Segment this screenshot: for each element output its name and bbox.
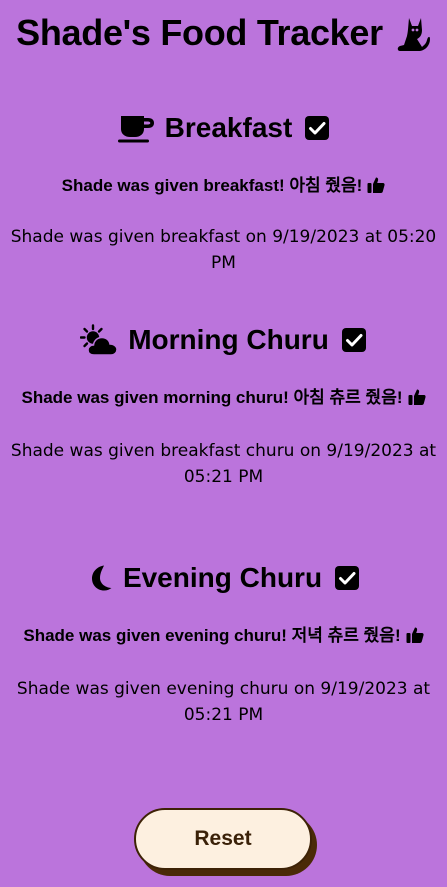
evening-churu-timestamp: Shade was given evening churu on 9/19/20… (16, 679, 431, 725)
checkbox-checked-icon[interactable] (341, 327, 367, 353)
morning-churu-heading: Morning Churu (128, 324, 329, 355)
evening-churu-heading: Evening Churu (122, 562, 323, 593)
thumbs-up-icon (367, 176, 385, 202)
coffee-cup-icon (117, 113, 155, 143)
page-title: Shade's Food Tracker (16, 12, 383, 53)
thumbs-up-icon (408, 388, 426, 414)
cat-icon (391, 14, 431, 52)
evening-churu-section: Evening Churu Shade was given evening ch… (0, 558, 447, 728)
checkbox-checked-icon[interactable] (304, 115, 330, 141)
reset-button[interactable]: Reset (134, 808, 312, 870)
breakfast-message: Shade was given breakfast! 아침 줬음! (0, 173, 447, 202)
morning-churu-timestamp: Shade was given breakfast churu on 9/19/… (10, 441, 437, 487)
moon-icon (87, 564, 113, 592)
checkbox-checked-icon[interactable] (334, 565, 360, 591)
cloud-sun-icon (80, 324, 118, 356)
morning-churu-message: Shade was given morning churu! 아침 츄르 줬음! (0, 385, 447, 414)
breakfast-section: Breakfast Shade was given breakfast! 아침 … (0, 108, 447, 276)
thumbs-up-icon (406, 626, 424, 652)
breakfast-heading-row: Breakfast (0, 108, 447, 148)
morning-churu-heading-row: Morning Churu (0, 320, 447, 360)
page-title-row: Shade's Food Tracker (0, 10, 447, 56)
morning-churu-section: Morning Churu Shade was given morning ch… (0, 320, 447, 490)
evening-churu-message: Shade was given evening churu! 저녁 츄르 줬음! (0, 623, 447, 652)
evening-churu-heading-row: Evening Churu (0, 558, 447, 598)
breakfast-timestamp: Shade was given breakfast on 9/19/2023 a… (10, 227, 437, 273)
breakfast-heading: Breakfast (164, 112, 293, 143)
